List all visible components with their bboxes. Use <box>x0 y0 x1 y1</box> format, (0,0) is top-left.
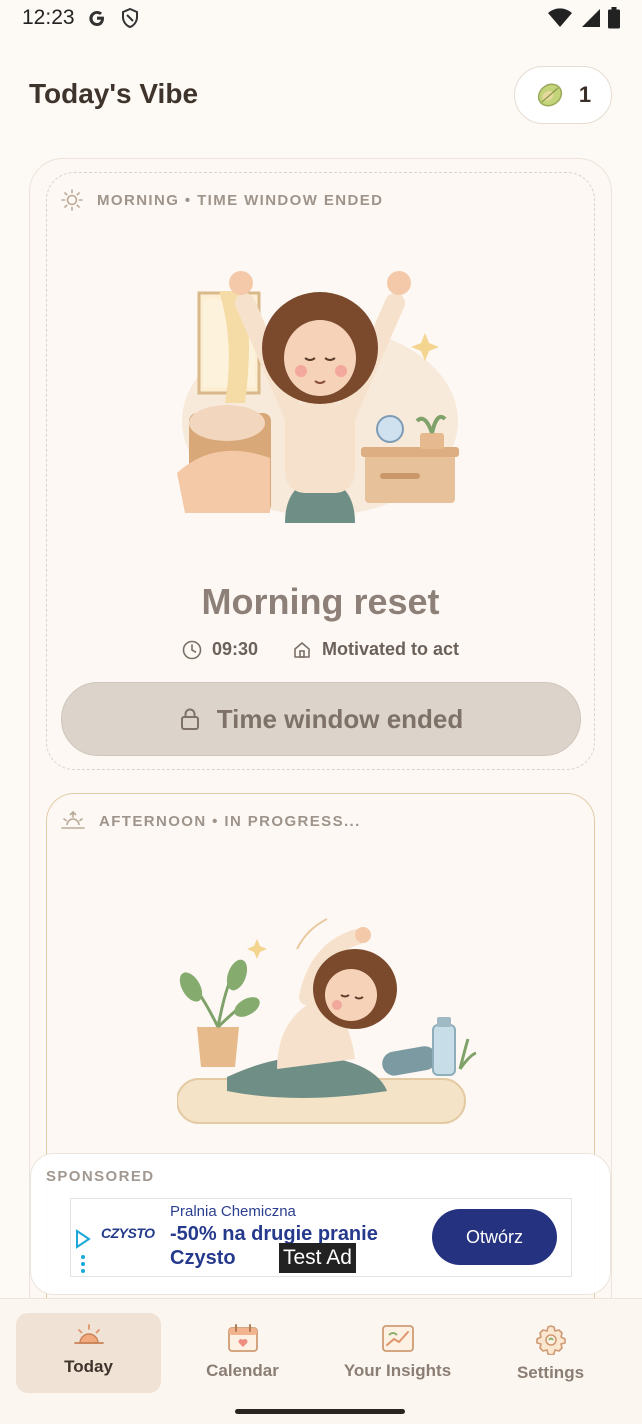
seed-icon <box>537 83 563 107</box>
header: Today's Vibe 1 <box>0 66 642 124</box>
home-icon <box>294 641 310 658</box>
nav-calendar-label: Calendar <box>206 1361 279 1380</box>
time-window-ended-label: Time window ended <box>216 703 464 734</box>
nav-today-label: Today <box>64 1357 113 1376</box>
shield-icon <box>121 8 138 28</box>
battery-icon <box>608 7 620 29</box>
insights-chart-icon <box>381 1325 414 1352</box>
morning-time: 09:30 <box>211 639 259 659</box>
morning-slot-label: MORNING • TIME WINDOW ENDED <box>97 191 384 209</box>
sponsored-label: SPONSORED <box>46 1168 155 1185</box>
clock-icon <box>182 640 202 659</box>
sunset-icon <box>61 810 85 829</box>
nav-calendar[interactable]: Calendar <box>170 1313 315 1393</box>
time-window-ended-button[interactable]: Time window ended <box>61 682 581 756</box>
ad-choices-icon[interactable] <box>75 1229 91 1273</box>
nav-settings-label: Settings <box>516 1363 585 1382</box>
morning-stretch-illustration <box>177 271 459 523</box>
lock-icon <box>180 708 199 730</box>
sponsored-ad-banner: SPONSORED CZYSTO Pralnia Chemiczna -50% … <box>30 1153 611 1295</box>
ad-open-button[interactable]: Otwórz <box>432 1209 557 1265</box>
afternoon-stretch-illustration <box>177 918 477 1124</box>
coin-count: 1 <box>578 82 592 107</box>
sun-icon <box>61 189 83 211</box>
morning-meta: 09:30 Motivated to act <box>47 639 594 660</box>
seed-coin-badge[interactable]: 1 <box>514 66 612 124</box>
bottom-navigation: Today Calendar Your Insights Settings <box>0 1298 642 1424</box>
nav-insights-label: Your Insights <box>343 1361 452 1380</box>
google-icon <box>88 11 104 26</box>
morning-card: MORNING • TIME WINDOW ENDED Morning rese… <box>46 172 595 770</box>
afternoon-slot-label: AFTERNOON • IN PROGRESS... <box>99 812 361 830</box>
nav-settings[interactable]: Settings <box>478 1313 623 1393</box>
page-title: Today's Vibe <box>29 78 199 109</box>
ad-content[interactable]: CZYSTO Pralnia Chemiczna -50% na drugie … <box>70 1198 572 1277</box>
morning-mood: Motivated to act <box>322 639 460 659</box>
home-indicator[interactable] <box>235 1409 405 1414</box>
ad-brand-logo: CZYSTO <box>101 1225 155 1241</box>
status-time: 12:23 <box>22 6 75 29</box>
status-bar: 12:23 <box>0 0 642 36</box>
nav-today[interactable]: Today <box>16 1313 161 1393</box>
morning-activity-title: Morning reset <box>201 581 440 622</box>
gear-icon <box>535 1325 566 1355</box>
ad-advertiser: Pralnia Chemiczna <box>170 1203 296 1220</box>
signal-icon <box>582 9 600 27</box>
nav-insights[interactable]: Your Insights <box>325 1313 470 1393</box>
wifi-icon <box>548 8 572 27</box>
sunrise-icon <box>73 1324 104 1344</box>
test-ad-tag: Test Ad <box>279 1243 356 1273</box>
calendar-icon <box>227 1324 258 1352</box>
